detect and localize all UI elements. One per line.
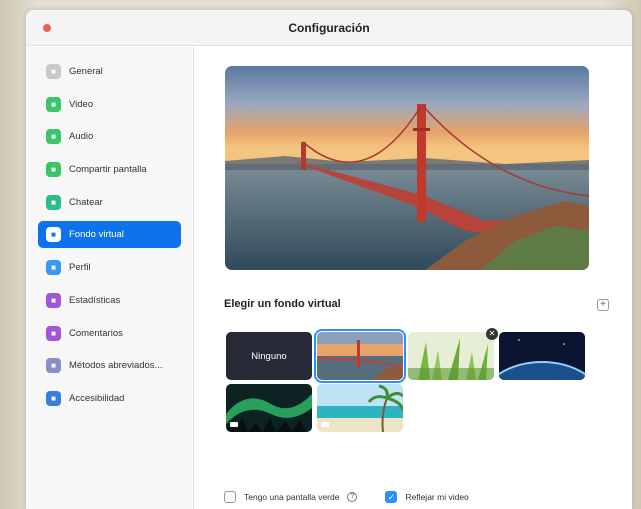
sidebar-item-label: Video	[69, 98, 94, 110]
sidebar-item-share-screen[interactable]: ■ Compartir pantalla	[38, 156, 181, 183]
mirror-video-checkbox[interactable]: ✓	[385, 491, 398, 503]
video-icon: ■	[46, 96, 61, 112]
background-none[interactable]: Ninguno	[226, 332, 312, 380]
chat-icon: ■	[46, 194, 61, 210]
background-grass[interactable]	[408, 332, 494, 380]
background-aurora[interactable]	[226, 384, 312, 432]
sidebar-item-profile[interactable]: ■ Perfil	[38, 254, 181, 281]
feedback-icon: ■	[46, 325, 61, 341]
green-screen-checkbox[interactable]	[224, 491, 236, 503]
settings-window: Configuración ■ General ■ Video ■ Audio ■ Compa…	[26, 10, 632, 509]
green-screen-label: Tengo una pantalla verde	[244, 492, 340, 502]
sidebar-item-accessibility[interactable]: ■ Accesibilidad	[38, 385, 181, 412]
sidebar-item-label: Comentarios	[69, 327, 123, 339]
window-title: Configuración	[288, 21, 370, 35]
background-earth[interactable]	[499, 332, 585, 380]
video-indicator-icon	[230, 422, 238, 427]
choose-background-heading: Elegir un fondo virtual	[224, 298, 341, 310]
background-none-label: Ninguno	[251, 350, 287, 362]
sidebar-item-headphones[interactable]: ■ Audio	[38, 123, 181, 150]
headphones-icon: ■	[46, 129, 61, 145]
video-indicator-icon	[321, 422, 329, 427]
sidebar-item-label: Perfil	[69, 262, 91, 274]
background-beach[interactable]	[317, 384, 403, 432]
profile-icon: ■	[46, 260, 61, 276]
remove-background-icon[interactable]: ✕	[486, 328, 498, 340]
sidebar-item-label: Estadísticas	[69, 294, 121, 306]
add-background-button[interactable]: +	[597, 299, 609, 311]
title-bar: Configuración	[26, 10, 632, 46]
accessibility-icon: ■	[46, 390, 61, 406]
statistics-icon: ■	[46, 292, 61, 308]
virtual-background-panel: Elegir un fondo virtual + Ninguno ✕ Teng…	[195, 47, 632, 509]
keyboard-icon: ■	[46, 358, 61, 374]
share-screen-icon: ■	[46, 162, 61, 178]
sidebar-item-keyboard[interactable]: ■ Métodos abreviados...	[38, 352, 181, 379]
sidebar-item-label: Compartir pantalla	[69, 164, 147, 176]
sidebar-item-chat[interactable]: ■ Chatear	[38, 189, 181, 216]
virtual-background-icon: ■	[46, 227, 61, 243]
sidebar-item-label: Chatear	[69, 196, 103, 208]
sidebar-item-label: Métodos abreviados...	[69, 360, 163, 372]
sidebar-item-gear[interactable]: ■ General	[38, 58, 181, 85]
sidebar-item-statistics[interactable]: ■ Estadísticas	[38, 287, 181, 314]
help-icon[interactable]: ?	[347, 492, 358, 502]
background-golden-gate[interactable]	[314, 329, 406, 383]
background-preview	[225, 66, 589, 270]
sidebar-item-virtual-background[interactable]: ■ Fondo virtual	[38, 221, 181, 249]
sidebar-item-label: Fondo virtual	[69, 229, 124, 241]
sidebar-item-label: Audio	[69, 131, 94, 143]
sidebar-item-label: General	[69, 66, 103, 77]
sidebar-item-video[interactable]: ■ Video	[38, 91, 181, 118]
background-options-row: Tengo una pantalla verde ? ✓ Reflejar mi…	[224, 491, 469, 503]
settings-sidebar: ■ General ■ Video ■ Audio ■ Compartir pantalla ■…	[26, 47, 194, 509]
mirror-video-label: Reflejar mi video	[405, 492, 469, 502]
sidebar-item-feedback[interactable]: ■ Comentarios	[38, 320, 181, 347]
gear-icon: ■	[46, 64, 61, 79]
sidebar-item-label: Accesibilidad	[69, 392, 125, 404]
